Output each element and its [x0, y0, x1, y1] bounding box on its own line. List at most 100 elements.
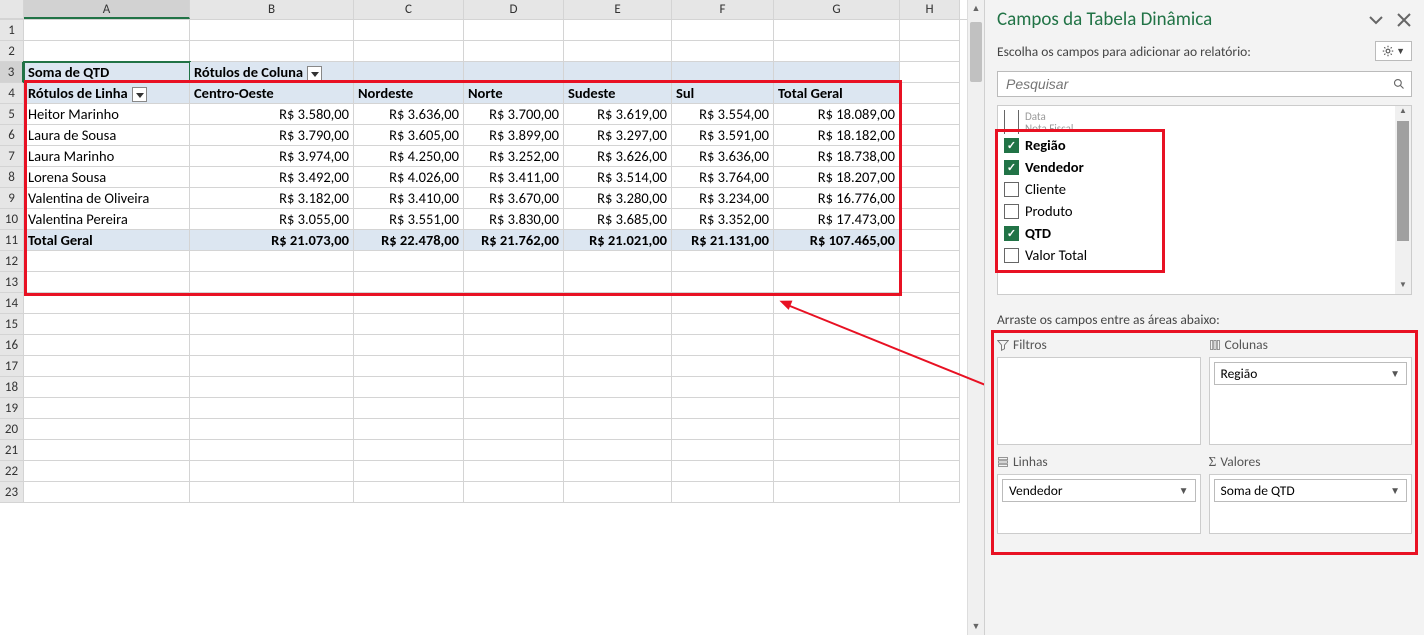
- grand-total-cell[interactable]: R$ 107.465,00: [774, 230, 900, 251]
- col-header-G[interactable]: G: [774, 0, 900, 19]
- row-header[interactable]: 16: [0, 335, 24, 356]
- pivot-data-cell[interactable]: R$ 3.685,00: [564, 209, 672, 230]
- pivot-data-cell[interactable]: R$ 18.182,00: [774, 125, 900, 146]
- pivot-data-cell[interactable]: R$ 3.700,00: [464, 104, 564, 125]
- scroll-up-icon[interactable]: ▲: [968, 0, 984, 17]
- pivot-col-header[interactable]: Norte: [464, 83, 564, 104]
- grand-total-cell[interactable]: R$ 21.021,00: [564, 230, 672, 251]
- grand-total-label[interactable]: Total Geral: [24, 230, 190, 251]
- row-header[interactable]: 23: [0, 482, 24, 503]
- row-header[interactable]: 1: [0, 20, 24, 41]
- row-header[interactable]: 7: [0, 146, 24, 167]
- pivot-data-cell[interactable]: R$ 18.089,00: [774, 104, 900, 125]
- row-header[interactable]: 13: [0, 272, 24, 293]
- pivot-data-cell[interactable]: R$ 3.974,00: [190, 146, 354, 167]
- row-header[interactable]: 9: [0, 188, 24, 209]
- row-header[interactable]: 4: [0, 83, 24, 104]
- chevron-down-icon[interactable]: ▼: [1390, 367, 1400, 380]
- pivot-col-header[interactable]: Sul: [672, 83, 774, 104]
- pivot-data-cell[interactable]: R$ 3.899,00: [464, 125, 564, 146]
- checkbox[interactable]: [1004, 110, 1019, 122]
- pivot-measure-label[interactable]: Soma de QTD: [24, 62, 190, 83]
- checkbox[interactable]: [1004, 122, 1019, 134]
- row-header[interactable]: 22: [0, 461, 24, 482]
- col-header-C[interactable]: C: [354, 0, 464, 19]
- search-input[interactable]: [1004, 75, 1393, 93]
- pivot-data-cell[interactable]: R$ 3.551,00: [354, 209, 464, 230]
- pivot-data-cell[interactable]: R$ 3.410,00: [354, 188, 464, 209]
- pivot-data-cell[interactable]: R$ 3.790,00: [190, 125, 354, 146]
- checkbox[interactable]: ✓: [1004, 138, 1019, 153]
- grand-total-cell[interactable]: R$ 21.073,00: [190, 230, 354, 251]
- area-chip-regiao[interactable]: Região▼: [1214, 362, 1408, 385]
- pivot-row-label[interactable]: Laura Marinho: [24, 146, 190, 167]
- row-header[interactable]: 21: [0, 440, 24, 461]
- area-values[interactable]: ΣValores Soma de QTD▼: [1209, 453, 1413, 534]
- row-header[interactable]: 11: [0, 230, 24, 251]
- pivot-row-label[interactable]: Lorena Sousa: [24, 167, 190, 188]
- row-header[interactable]: 19: [0, 398, 24, 419]
- pivot-col-header[interactable]: Centro-Oeste: [190, 83, 354, 104]
- field-item-data[interactable]: Data: [998, 110, 1411, 122]
- pivot-data-cell[interactable]: R$ 3.764,00: [672, 167, 774, 188]
- field-item-cliente[interactable]: Cliente: [998, 178, 1411, 200]
- pivot-row-label[interactable]: Valentina de Oliveira: [24, 188, 190, 209]
- search-input-wrapper[interactable]: [997, 71, 1412, 97]
- pivot-data-cell[interactable]: R$ 3.280,00: [564, 188, 672, 209]
- row-header[interactable]: 10: [0, 209, 24, 230]
- row-header[interactable]: 3: [0, 62, 24, 83]
- pivot-data-cell[interactable]: R$ 3.591,00: [672, 125, 774, 146]
- chevron-down-icon[interactable]: ▼: [1390, 484, 1400, 497]
- col-header-B[interactable]: B: [190, 0, 354, 19]
- field-list-scrollbar[interactable]: ▲ ▼: [1395, 106, 1411, 294]
- pivot-data-cell[interactable]: R$ 3.626,00: [564, 146, 672, 167]
- col-header-F[interactable]: F: [672, 0, 774, 19]
- field-item-qtd[interactable]: ✓QTD: [998, 222, 1411, 244]
- pivot-data-cell[interactable]: R$ 3.554,00: [672, 104, 774, 125]
- pivot-data-cell[interactable]: R$ 3.492,00: [190, 167, 354, 188]
- pivot-data-cell[interactable]: R$ 18.207,00: [774, 167, 900, 188]
- pivot-row-label[interactable]: Heitor Marinho: [24, 104, 190, 125]
- row-header[interactable]: 15: [0, 314, 24, 335]
- close-icon[interactable]: [1396, 12, 1412, 28]
- pivot-data-cell[interactable]: R$ 3.297,00: [564, 125, 672, 146]
- pivot-col-header[interactable]: Total Geral: [774, 83, 900, 104]
- scroll-thumb[interactable]: [970, 22, 982, 82]
- field-item-vendedor[interactable]: ✓Vendedor: [998, 156, 1411, 178]
- pivot-data-cell[interactable]: R$ 4.250,00: [354, 146, 464, 167]
- row-header[interactable]: 20: [0, 419, 24, 440]
- pivot-col-header[interactable]: Nordeste: [354, 83, 464, 104]
- pivot-data-cell[interactable]: R$ 3.636,00: [672, 146, 774, 167]
- area-filters[interactable]: Filtros: [997, 336, 1201, 445]
- row-header[interactable]: 17: [0, 356, 24, 377]
- filter-dropdown-icon[interactable]: [132, 87, 147, 102]
- field-list[interactable]: DataNota Fiscal✓Região✓VendedorClientePr…: [997, 105, 1412, 295]
- col-header-A[interactable]: A: [24, 0, 190, 19]
- row-header[interactable]: 14: [0, 293, 24, 314]
- field-item-produto[interactable]: Produto: [998, 200, 1411, 222]
- filter-dropdown-icon[interactable]: [307, 66, 322, 81]
- pivot-col-labels[interactable]: Rótulos de Coluna: [190, 62, 354, 83]
- area-chip-soma-qtd[interactable]: Soma de QTD▼: [1214, 479, 1408, 502]
- area-rows[interactable]: Linhas Vendedor▼: [997, 453, 1201, 534]
- field-item-região[interactable]: ✓Região: [998, 134, 1411, 156]
- pivot-data-cell[interactable]: R$ 3.182,00: [190, 188, 354, 209]
- area-columns[interactable]: Colunas Região▼: [1209, 336, 1413, 445]
- area-chip-vendedor[interactable]: Vendedor▼: [1002, 479, 1196, 502]
- chevron-down-icon[interactable]: ▼: [1179, 484, 1189, 497]
- grand-total-cell[interactable]: R$ 21.131,00: [672, 230, 774, 251]
- pivot-data-cell[interactable]: R$ 3.411,00: [464, 167, 564, 188]
- pivot-data-cell[interactable]: R$ 3.636,00: [354, 104, 464, 125]
- row-header[interactable]: 8: [0, 167, 24, 188]
- checkbox[interactable]: [1004, 182, 1019, 197]
- pivot-data-cell[interactable]: R$ 4.026,00: [354, 167, 464, 188]
- pivot-data-cell[interactable]: R$ 3.619,00: [564, 104, 672, 125]
- pivot-row-label[interactable]: Laura de Sousa: [24, 125, 190, 146]
- spreadsheet-grid[interactable]: A B C D E F G H 1 2 3 Soma de QTD Rótulo…: [0, 0, 984, 635]
- field-item-valor-total[interactable]: Valor Total: [998, 244, 1411, 266]
- pivot-data-cell[interactable]: R$ 3.670,00: [464, 188, 564, 209]
- checkbox[interactable]: [1004, 204, 1019, 219]
- row-header[interactable]: 2: [0, 41, 24, 62]
- pivot-data-cell[interactable]: R$ 16.776,00: [774, 188, 900, 209]
- checkbox[interactable]: ✓: [1004, 226, 1019, 241]
